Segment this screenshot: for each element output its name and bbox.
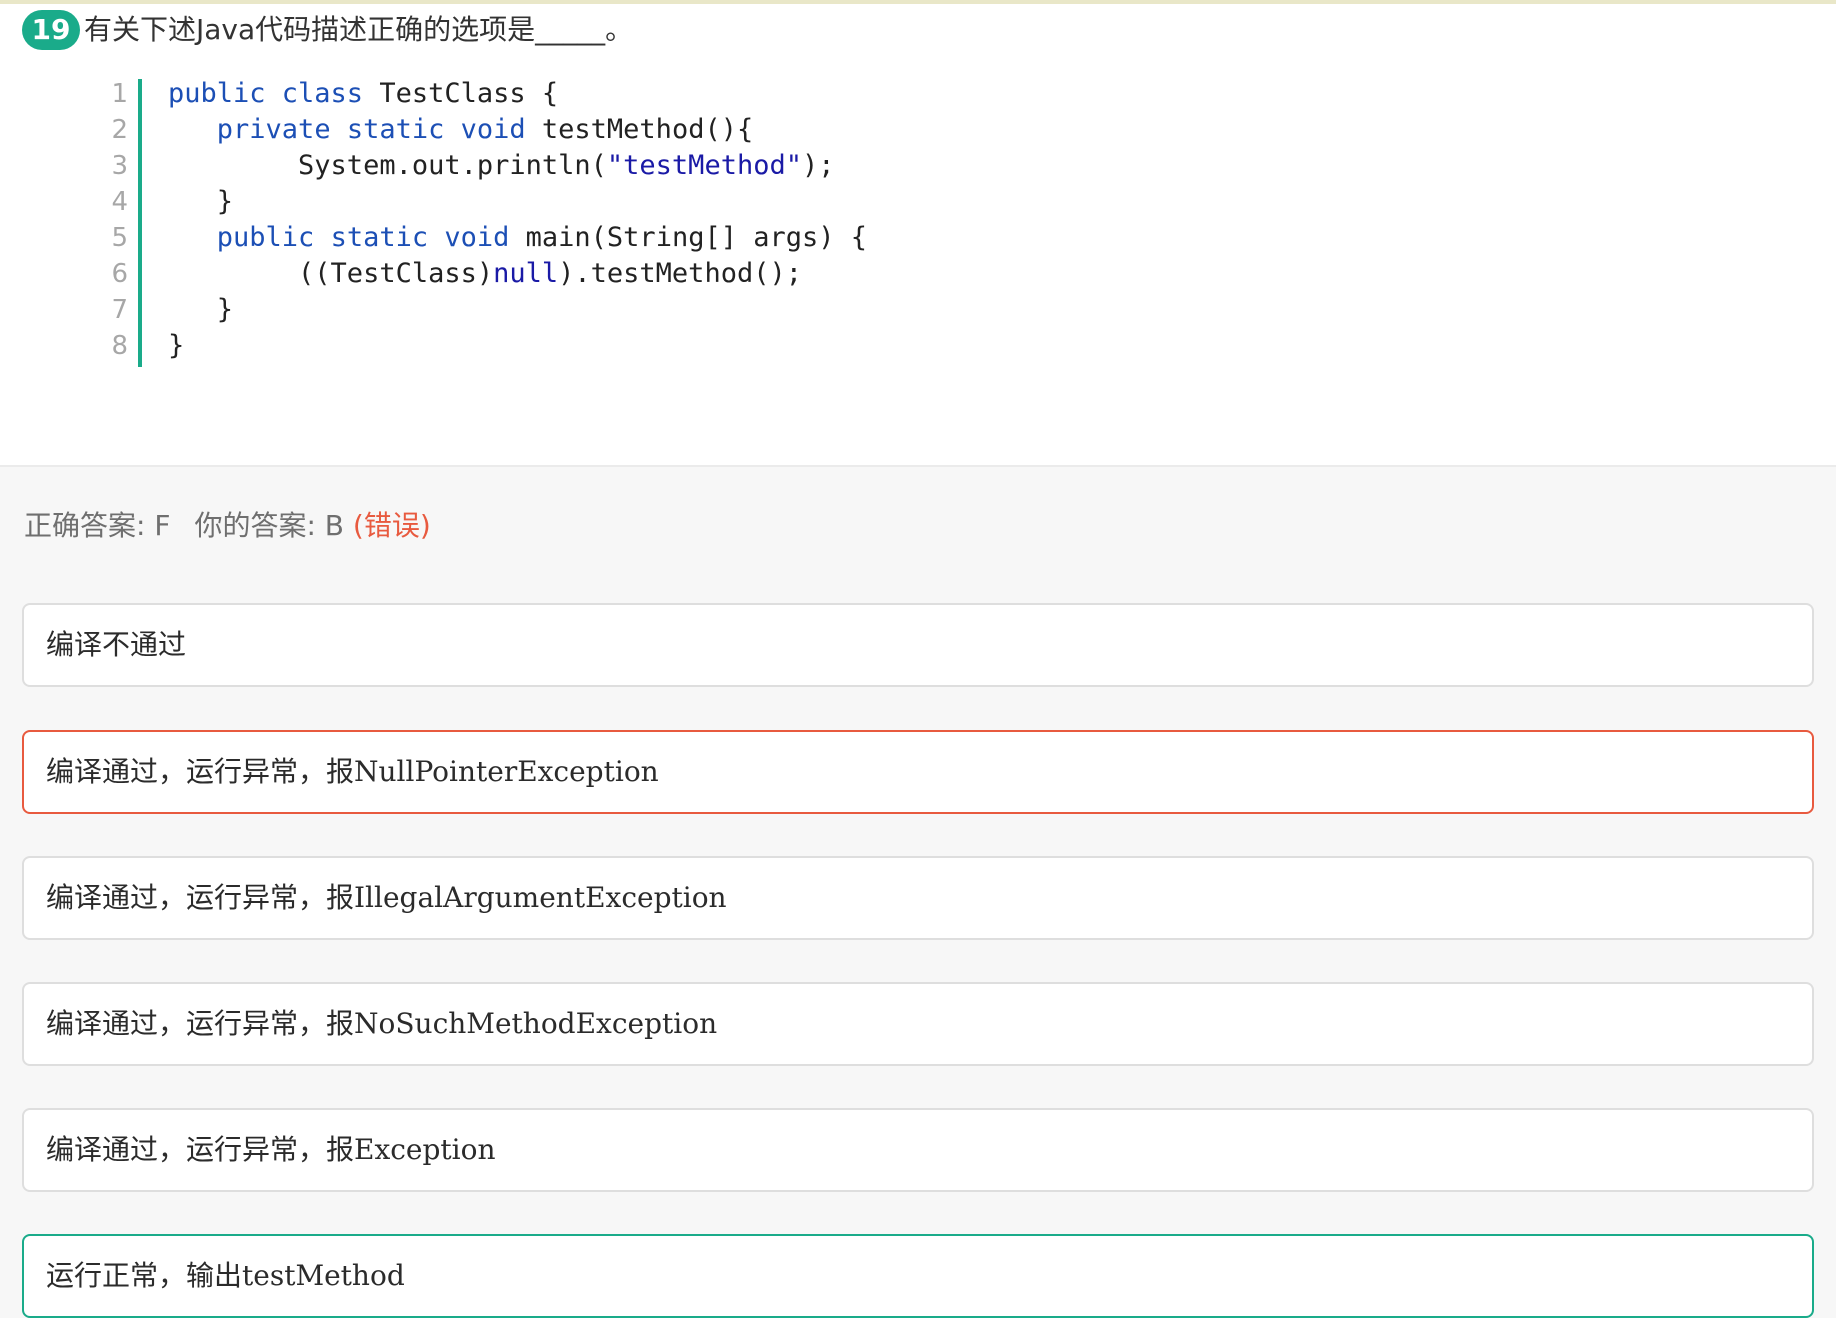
option-d-text: 编译通过，运行异常，报NoSuchMethodException (46, 1007, 718, 1040)
option-e-text: 编译通过，运行异常，报Exception (46, 1133, 496, 1166)
answer-summary: 正确答案: F 你的答案: B (错误) (24, 506, 431, 546)
code-text: } (168, 328, 184, 364)
code-text: ((TestClass)null).testMethod(); (168, 256, 802, 292)
option-f-text: 运行正常，输出testMethod (46, 1259, 405, 1292)
code-text: } (168, 184, 233, 220)
option-a-text: 编译不通过 (46, 628, 187, 661)
code-token: testMethod(){ (525, 114, 754, 145)
code-token: } (168, 186, 234, 217)
code-text: System.out.println("testMethod"); (168, 148, 835, 184)
code-token: ).testMethod(); (558, 258, 802, 289)
code-line-number: 5 (111, 223, 128, 253)
option-f[interactable]: 运行正常，输出testMethod (22, 1234, 1814, 1318)
option-a[interactable]: 编译不通过 (22, 603, 1814, 687)
your-answer: 你的答案: B (194, 509, 344, 542)
code-token: "testMethod" (606, 150, 802, 181)
code-line-number: 6 (111, 259, 128, 289)
option-c[interactable]: 编译通过，运行异常，报IllegalArgumentException (22, 856, 1814, 940)
code-text: public static void main(String[] args) { (168, 220, 867, 256)
code-token: null (493, 258, 559, 289)
code-token: public static void (216, 222, 510, 253)
question-text: 有关下述Java代码描述正确的选项是_____。 (84, 13, 634, 46)
option-d[interactable]: 编译通过，运行异常，报NoSuchMethodException (22, 982, 1814, 1066)
correct-answer: 正确答案: F (24, 509, 171, 542)
code-line-number: 1 (111, 79, 128, 109)
code-token: TestClass { (363, 78, 559, 109)
code-line-number: 8 (111, 331, 128, 361)
answer-status-wrong: (错误) (352, 509, 431, 542)
option-b-text: 编译通过，运行异常，报NullPointerException (46, 755, 659, 788)
option-b[interactable]: 编译通过，运行异常，报NullPointerException (22, 730, 1814, 814)
code-token: } (168, 294, 234, 325)
code-gutter-bar (138, 79, 142, 367)
code-token: } (168, 330, 185, 361)
code-token: ((TestClass) (168, 258, 494, 289)
code-text: private static void testMethod(){ (168, 112, 753, 148)
code-line-number: 7 (111, 295, 128, 325)
question-number-badge: 19 (22, 10, 80, 50)
code-text: public class TestClass { (168, 76, 558, 112)
code-text: } (168, 292, 233, 328)
code-token: System.out.println( (168, 150, 607, 181)
option-e[interactable]: 编译通过，运行异常，报Exception (22, 1108, 1814, 1192)
option-c-text: 编译通过，运行异常，报IllegalArgumentException (46, 881, 727, 914)
code-line-number: 3 (111, 151, 128, 181)
code-token: ); (801, 150, 835, 181)
code-token: main(String[] args) { (509, 222, 868, 253)
code-line-number: 4 (111, 187, 128, 217)
question-area: 19 有关下述Java代码描述正确的选项是_____。 1 public clas… (0, 4, 1836, 467)
code-token: public class (168, 78, 364, 109)
code-line-number: 2 (111, 115, 128, 145)
code-token: private static void (216, 114, 526, 145)
